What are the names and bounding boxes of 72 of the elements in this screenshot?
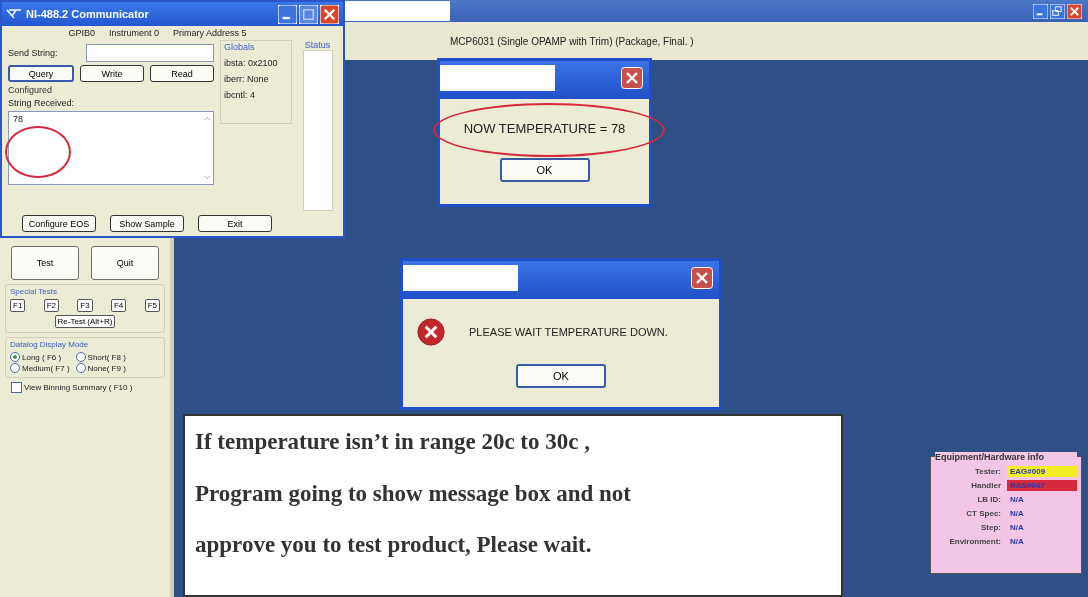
error-icon <box>417 317 445 346</box>
group-title: Status <box>304 40 331 50</box>
group-title: Datalog Display Mode <box>10 340 89 349</box>
instrument-info: Primary Address 5 <box>173 28 247 38</box>
info-label: LB ID: <box>976 495 1001 504</box>
app-icon <box>6 8 22 20</box>
maximize-icon[interactable] <box>299 4 318 24</box>
checkbox-label: View Binning Summary ( F10 ) <box>24 383 133 392</box>
radio-label: None( F9 ) <box>87 363 126 373</box>
instrument-info: GPIB0 <box>68 28 95 38</box>
radio-button[interactable] <box>75 352 86 362</box>
global-value: ibsta: 0x2100 <box>224 58 279 68</box>
field-label: Send String: <box>8 48 58 58</box>
dialog-message: NOW TEMPERATURE = 78 <box>463 121 626 136</box>
radio-label: Long ( F6 ) <box>22 352 62 362</box>
info-label: Step: <box>980 523 1001 532</box>
group-title: Globals <box>224 42 256 52</box>
info-value: N/A <box>1009 494 1025 505</box>
command-button[interactable]: Exit <box>198 215 272 232</box>
radio-label: Medium( F7 ) <box>22 363 70 373</box>
info-value: EAG#009 <box>1007 466 1077 477</box>
note-text: If temperature isn’t in range 20c to 30c , <box>195 428 591 456</box>
command-button[interactable]: Configure EOS <box>22 215 96 232</box>
close-icon[interactable] <box>621 67 643 89</box>
dialog-message: PLEASE WAIT TEMPERATURE DOWN. <box>469 325 668 338</box>
global-value: iberr: None <box>224 74 270 84</box>
ok-button[interactable]: OK <box>516 364 606 389</box>
function-key-button[interactable]: F4 <box>110 299 127 312</box>
checkbox[interactable] <box>11 382 22 393</box>
info-value: N/A <box>1009 508 1025 519</box>
product-title: MCP6031 (Single OPAMP with Trim) (Package, Final. ) <box>450 35 694 47</box>
info-label: Environment: <box>948 537 1001 546</box>
info-label: Tester: <box>973 467 1001 476</box>
restore-icon[interactable] <box>1050 3 1065 19</box>
global-value: ibcntl: 4 <box>224 90 257 100</box>
command-button[interactable]: Read <box>150 65 214 82</box>
command-button[interactable]: Write <box>80 65 144 82</box>
field-label: String Received: <box>8 98 76 108</box>
instrument-info: Instrument 0 <box>108 28 159 38</box>
ok-button[interactable]: OK <box>499 158 590 182</box>
function-key-button[interactable]: F5 <box>144 299 160 312</box>
status-text: Configured <box>8 85 54 95</box>
radio-button[interactable] <box>75 363 86 373</box>
panel-button[interactable]: Quit <box>91 246 159 280</box>
received-value: 78 <box>13 114 23 124</box>
info-value: N/A <box>1009 522 1025 533</box>
function-key-button[interactable]: F3 <box>77 299 93 312</box>
panel-button[interactable]: Test <box>11 246 79 280</box>
group-title: Equipment/Hardware info <box>935 452 1077 462</box>
close-icon[interactable] <box>1067 3 1082 19</box>
minimize-icon[interactable] <box>278 4 297 24</box>
radio-label: Short( F8 ) <box>87 352 126 362</box>
function-key-button[interactable]: F2 <box>43 299 59 312</box>
command-button[interactable]: Query <box>8 65 74 82</box>
note-text: approve you to test product, Please wait. <box>195 531 593 559</box>
send-string-field[interactable] <box>86 44 214 62</box>
minimize-icon[interactable] <box>1033 3 1048 19</box>
info-value: N/A <box>1009 536 1025 547</box>
info-label: CT Spec: <box>965 509 1001 518</box>
note-text: Program going to show message box and not <box>195 479 632 508</box>
annotation-ellipse <box>5 126 71 178</box>
info-label: Handler <box>970 481 1001 490</box>
radio-button[interactable] <box>10 363 20 373</box>
group-title: Special Tests <box>10 287 57 296</box>
window-title: NI-488.2 Communicator <box>26 8 149 20</box>
info-value: RAS#047 <box>1007 480 1077 491</box>
command-button[interactable]: Show Sample <box>110 215 184 232</box>
function-key-button[interactable]: F1 <box>10 299 26 312</box>
retest-button[interactable]: Re-Test (Alt+R) <box>54 315 116 328</box>
radio-button[interactable] <box>10 352 20 362</box>
close-icon[interactable] <box>691 267 713 289</box>
close-icon[interactable] <box>320 4 339 24</box>
